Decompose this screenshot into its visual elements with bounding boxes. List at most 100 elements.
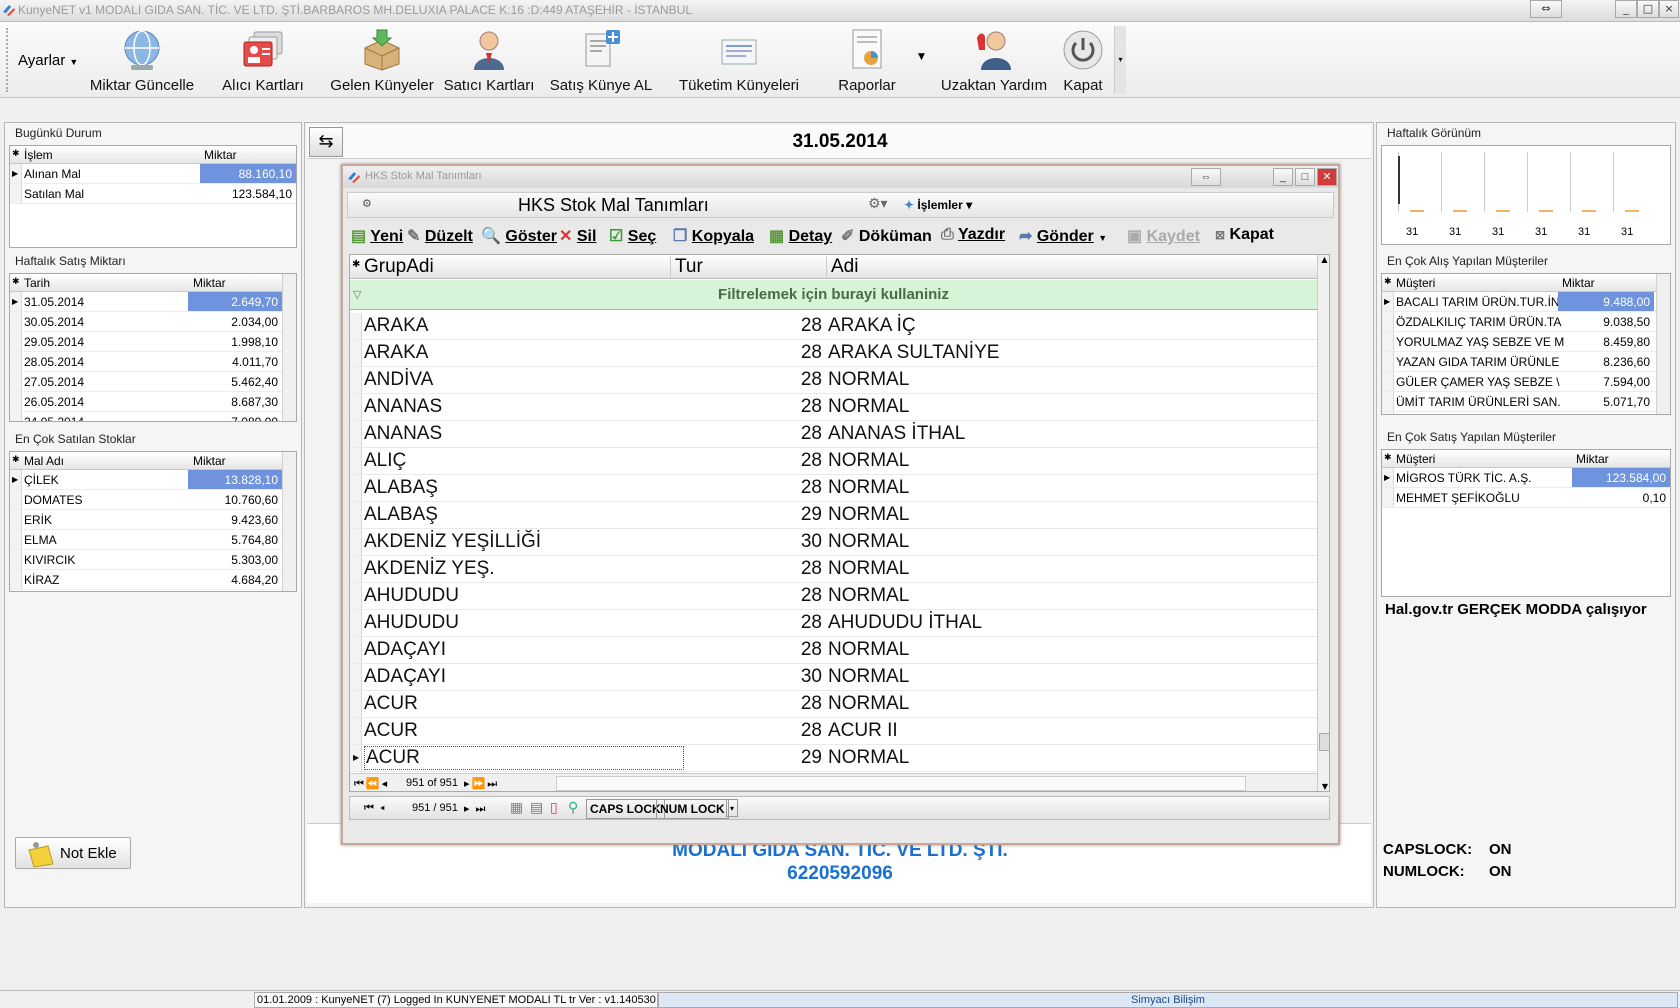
cell-grupadi[interactable]: ARAKA (364, 315, 428, 337)
table-row[interactable]: KIVIRCIK 5.303,00 (10, 550, 296, 570)
row-indicator[interactable] (10, 550, 22, 569)
filter-row[interactable]: ▽ Filtrelemek için burayi kullaniniz (350, 280, 1317, 310)
row-indicator[interactable] (1382, 392, 1394, 411)
table-row[interactable]: KİRAZ 4.684,20 (10, 570, 296, 590)
table-row[interactable]: AHUDUDU 28 AHUDUDU İTHAL (350, 610, 1317, 637)
table-row[interactable]: AHUDUDU 28 NORMAL (350, 583, 1317, 610)
cell-grupadi[interactable]: ADAÇAYI (364, 639, 446, 661)
raporlar-dropdown-icon[interactable]: ▼ (918, 52, 925, 62)
table-row[interactable]: ▶ ACUR 29 NORMAL (350, 745, 1317, 772)
cell-adi[interactable]: NORMAL (828, 531, 909, 553)
row-indicator[interactable] (350, 340, 362, 366)
cell-adi[interactable]: NORMAL (828, 558, 909, 580)
table-row[interactable]: ALIÇ 28 NORMAL (350, 448, 1317, 475)
cell-tur[interactable]: 29 (670, 504, 822, 526)
cell-grupadi[interactable]: AHUDUDU (364, 585, 459, 607)
stocks-scrollbar[interactable] (282, 452, 296, 591)
row-indicator[interactable] (10, 412, 22, 421)
row-indicator[interactable] (1382, 312, 1394, 331)
tuketim-kunyeleri-button[interactable]: Tüketim Künyeleri (674, 26, 804, 96)
row-indicator[interactable] (10, 510, 22, 529)
restore-button[interactable]: ⇔ (1530, 0, 1562, 18)
row-indicator[interactable] (350, 718, 362, 744)
toolbar-grip[interactable] (6, 28, 8, 92)
pdf-icon[interactable]: ▯ (550, 800, 558, 816)
table-row[interactable]: ANANAS 28 NORMAL (350, 394, 1317, 421)
row-indicator[interactable] (350, 421, 362, 447)
row-indicator[interactable] (1382, 412, 1394, 414)
cell-tur[interactable]: 28 (670, 558, 822, 580)
row-indicator[interactable] (350, 394, 362, 420)
hks-vertical-scrollbar[interactable]: ▲ ▼ (1317, 255, 1329, 791)
cell-grupadi[interactable]: ANANAS (364, 423, 442, 445)
nav-next-last-icons[interactable]: ▸⏩⏭ (464, 777, 499, 791)
row-indicator[interactable] (350, 637, 362, 663)
table-row[interactable]: ▶ Alınan Mal 88.160,10 (10, 164, 296, 184)
table-row[interactable]: ELMA 5.764,80 (10, 530, 296, 550)
cell-tur[interactable]: 28 (670, 369, 822, 391)
satici-kartlari-button[interactable]: Satıcı Kartları (434, 26, 544, 96)
cell-adi[interactable]: ARAKA İÇ (828, 315, 916, 337)
raporlar-button[interactable]: Raporlar (822, 26, 912, 96)
table-row[interactable]: ACUR 28 ACUR II (350, 718, 1317, 745)
cell-grupadi[interactable]: ACUR (364, 720, 418, 742)
table-row[interactable]: MEHMET ŞEFİKOĞLU 0,10 (1382, 488, 1670, 508)
row-indicator[interactable] (10, 184, 22, 203)
cell-grupadi[interactable]: ACUR (364, 693, 418, 715)
cell-adi[interactable]: NORMAL (828, 747, 909, 769)
hks-close-icon[interactable]: ✕ (1317, 168, 1337, 186)
table-row[interactable]: ADAÇAYI 30 NORMAL (350, 664, 1317, 691)
row-indicator[interactable] (10, 490, 22, 509)
scroll-up-icon[interactable]: ▲ (1318, 255, 1329, 264)
table-row[interactable]: 28.05.2014 4.011,70 (10, 352, 296, 372)
scroll-down-icon[interactable]: ▼ (1318, 782, 1329, 791)
table-row[interactable]: ARAKA 28 ARAKA İÇ (350, 313, 1317, 340)
row-indicator[interactable]: ▶ (10, 470, 22, 489)
cell-grupadi[interactable]: ACUR (364, 746, 684, 770)
row-indicator[interactable] (1382, 332, 1394, 351)
row-indicator[interactable] (10, 332, 22, 351)
table-row[interactable]: ANANAS 28 ANANAS İTHAL (350, 421, 1317, 448)
table-row[interactable]: YAZAN GIDA TARIM ÜRÜNLE 8.236,60 (1382, 352, 1670, 372)
table-row[interactable]: 30.05.2014 2.034,00 (10, 312, 296, 332)
col-tarih[interactable]: Tarih (24, 276, 50, 290)
detay-button[interactable]: ▦ Detay (769, 226, 832, 246)
toolbar-overflow-icon[interactable]: ▾ (1114, 26, 1126, 94)
hks-maximize-button[interactable]: □ (1295, 168, 1315, 186)
row-indicator[interactable] (350, 502, 362, 528)
cell-grupadi[interactable]: ANANAS (364, 396, 442, 418)
goster-button[interactable]: 🔍 Göster (481, 226, 557, 246)
not-ekle-button[interactable]: Not Ekle (15, 837, 131, 869)
cell-grupadi[interactable]: AKDENİZ YEŞİLLİĞİ (364, 531, 541, 553)
cell-adi[interactable]: NORMAL (828, 477, 909, 499)
cell-tur[interactable]: 28 (670, 693, 822, 715)
row-indicator[interactable] (10, 570, 22, 589)
scroll-thumb[interactable] (1319, 733, 1329, 751)
cell-adi[interactable]: NORMAL (828, 585, 909, 607)
close-window-button[interactable]: × (1659, 0, 1679, 18)
cell-tur[interactable]: 28 (670, 315, 822, 337)
cell-adi[interactable]: NORMAL (828, 450, 909, 472)
cell-adi[interactable]: AHUDUDU İTHAL (828, 612, 982, 634)
cell-tur[interactable]: 28 (670, 585, 822, 607)
table-row[interactable]: YORULMAZ YAŞ SEBZE VE M 8.459,80 (1382, 332, 1670, 352)
cell-adi[interactable]: NORMAL (828, 396, 909, 418)
row-indicator[interactable] (350, 313, 362, 339)
table-row[interactable]: ▶ ÇİLEK 13.828,10 (10, 470, 296, 490)
alici-kartlari-button[interactable]: Alıcı Kartları (210, 26, 316, 96)
table-row[interactable]: DOMATES 10.760,60 (10, 490, 296, 510)
row-indicator[interactable] (350, 610, 362, 636)
col-mal-adi[interactable]: Mal Adı (24, 454, 64, 468)
table-row[interactable]: ▶ MİGROS TÜRK TİC. A.Ş. 123.584,00 (1382, 468, 1670, 488)
row-indicator[interactable] (1382, 372, 1394, 391)
kapat-app-button[interactable]: Kapat (1055, 26, 1111, 96)
table-row[interactable]: ALABAŞ 28 NORMAL (350, 475, 1317, 502)
table-row[interactable]: ÖZDALKILIÇ TARIM ÜRÜN.TA 9.038,50 (1382, 312, 1670, 332)
cell-adi[interactable]: ACUR II (828, 720, 898, 742)
weekly-scrollbar[interactable] (282, 274, 296, 421)
cell-adi[interactable]: NORMAL (828, 369, 909, 391)
cell-tur[interactable]: 28 (670, 342, 822, 364)
cell-grupadi[interactable]: ALIÇ (364, 450, 406, 472)
col-miktar[interactable]: Miktar (204, 148, 237, 162)
cell-grupadi[interactable]: ALABAŞ (364, 504, 438, 526)
